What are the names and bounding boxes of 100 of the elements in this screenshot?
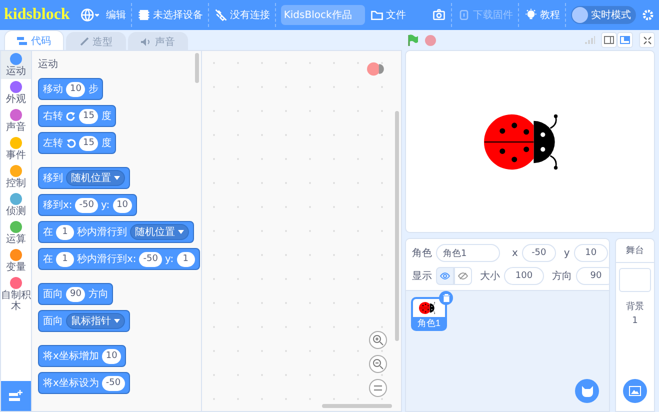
category-item[interactable]: 声音 bbox=[1, 107, 31, 135]
code-block[interactable]: 左转 15 度 bbox=[38, 132, 116, 154]
brush-icon bbox=[80, 37, 88, 46]
fullscreen-icon bbox=[642, 36, 652, 44]
x-field[interactable]: -50 bbox=[522, 244, 556, 262]
block-label: 移到 bbox=[43, 172, 63, 185]
flag-icon[interactable] bbox=[407, 34, 419, 46]
zoom-in-button[interactable] bbox=[369, 331, 387, 349]
number-input[interactable]: 15 bbox=[79, 136, 98, 150]
category-item[interactable]: 控制 bbox=[1, 163, 31, 191]
speaker-icon bbox=[141, 38, 151, 46]
sprite-name-field[interactable]: 角色1 bbox=[436, 244, 500, 262]
block-dropdown[interactable]: 随机位置 bbox=[130, 224, 189, 240]
large-stage-button[interactable] bbox=[617, 32, 633, 48]
zoom-in-icon bbox=[372, 334, 384, 346]
category-item[interactable]: 变量 bbox=[1, 247, 31, 275]
number-input[interactable]: 90 bbox=[66, 286, 86, 302]
block-label: 将x坐标设为 bbox=[43, 376, 99, 390]
scrollbar[interactable] bbox=[322, 404, 392, 408]
zoom-out-button[interactable] bbox=[369, 355, 387, 373]
layout-icon bbox=[620, 36, 630, 44]
category-item[interactable]: 运算 bbox=[1, 219, 31, 247]
code-block[interactable]: 在 1 秒内滑行到 随机位置 bbox=[38, 221, 194, 243]
code-block[interactable]: 将x坐标设为 -50 bbox=[38, 372, 130, 394]
scrollbar[interactable] bbox=[395, 111, 399, 341]
show-button[interactable] bbox=[436, 267, 454, 285]
stop-icon[interactable] bbox=[425, 34, 436, 46]
caret-icon bbox=[114, 176, 120, 180]
backdrops-count: 1 bbox=[632, 316, 638, 326]
number-input[interactable]: 10 bbox=[102, 348, 122, 364]
eye-off-icon bbox=[458, 272, 468, 280]
add-backdrop-button[interactable] bbox=[623, 379, 647, 403]
number-input[interactable]: 10 bbox=[112, 198, 132, 212]
code-block[interactable]: 移动 10 步 bbox=[38, 78, 104, 100]
block-label: 方向 bbox=[88, 288, 108, 301]
block-label: 在 bbox=[43, 226, 53, 239]
block-label: 移到x: bbox=[43, 199, 72, 212]
number-input[interactable]: 1 bbox=[56, 224, 74, 240]
add-sprite-button[interactable] bbox=[575, 379, 599, 403]
field-label: 显示 bbox=[412, 270, 432, 283]
backdrop-thumbnail[interactable] bbox=[619, 268, 651, 292]
block-label: 面向 bbox=[43, 315, 63, 328]
logo: kidsblock bbox=[4, 6, 70, 24]
code-block[interactable]: 面向 鼠标指针 bbox=[38, 310, 130, 332]
hide-button[interactable] bbox=[454, 267, 472, 285]
number-input[interactable]: -50 bbox=[102, 376, 125, 390]
direction-field[interactable]: 90 bbox=[576, 267, 609, 285]
code-block[interactable]: 右转 15 度 bbox=[38, 105, 116, 127]
code-block[interactable]: 移到 随机位置 bbox=[38, 167, 130, 189]
field-label: 角色 bbox=[412, 247, 432, 260]
folder-icon bbox=[370, 8, 384, 22]
block-label: 右转 bbox=[43, 110, 63, 123]
block-label: 秒内滑行到 bbox=[77, 226, 127, 239]
block-label: 左转 bbox=[43, 137, 63, 150]
number-input[interactable]: -50 bbox=[139, 252, 162, 266]
block-label: 秒内滑行到x: bbox=[77, 252, 136, 266]
delete-button[interactable] bbox=[439, 291, 453, 305]
blocks-icon bbox=[17, 36, 27, 44]
mode-toggle[interactable]: 实时模式 bbox=[571, 6, 636, 24]
backdrops-label: 背景 bbox=[626, 300, 644, 313]
number-input[interactable]: 10 bbox=[66, 82, 86, 96]
lightbulb-icon bbox=[524, 8, 538, 22]
add-extension-button[interactable] bbox=[1, 381, 31, 411]
y-field[interactable]: 10 bbox=[574, 244, 608, 262]
category-item[interactable]: 侦测 bbox=[1, 191, 31, 219]
number-input[interactable]: 1 bbox=[56, 252, 74, 266]
unplugged-icon bbox=[214, 8, 228, 22]
number-input[interactable]: 15 bbox=[79, 108, 98, 124]
category-item[interactable]: 事件 bbox=[1, 135, 31, 163]
number-input[interactable]: -50 bbox=[75, 198, 98, 212]
code-block[interactable]: 将x坐标增加 10 bbox=[38, 345, 126, 367]
category-item[interactable]: 运动 bbox=[1, 51, 31, 79]
zoom-reset-button[interactable] bbox=[369, 379, 387, 397]
code-block[interactable]: 在 1 秒内滑行到x: -50 y: 1 bbox=[38, 248, 200, 270]
category-heading: 运动 bbox=[38, 58, 59, 71]
category-item[interactable]: 自制积木 bbox=[1, 275, 31, 314]
number-input[interactable]: 1 bbox=[176, 252, 195, 266]
block-label: 步 bbox=[88, 82, 98, 96]
block-label: 在 bbox=[43, 253, 53, 266]
field-label: 方向 bbox=[552, 270, 572, 283]
scrollbar[interactable] bbox=[195, 53, 199, 83]
small-stage-button[interactable] bbox=[601, 32, 617, 48]
block-label: 将x坐标增加 bbox=[43, 350, 99, 363]
code-block[interactable]: 移到x: -50 y: 10 bbox=[38, 194, 138, 216]
code-block[interactable]: 面向 90 方向 bbox=[38, 283, 114, 305]
caret-icon bbox=[178, 230, 184, 234]
image-icon bbox=[629, 386, 641, 396]
category-item[interactable]: 外观 bbox=[1, 79, 31, 107]
block-dropdown[interactable]: 随机位置 bbox=[66, 170, 125, 186]
field-label: y bbox=[564, 248, 570, 258]
block-dropdown[interactable]: 鼠标指针 bbox=[66, 313, 125, 329]
fullscreen-button[interactable] bbox=[639, 32, 655, 48]
field-label: x bbox=[512, 248, 518, 258]
equals-icon bbox=[373, 384, 383, 392]
block-label: 度 bbox=[101, 110, 112, 123]
field-label: 大小 bbox=[480, 270, 500, 283]
settings-icon[interactable] bbox=[641, 8, 655, 22]
camera-icon[interactable] bbox=[432, 8, 446, 22]
size-field[interactable]: 100 bbox=[504, 267, 544, 285]
language-button[interactable] bbox=[78, 8, 101, 22]
